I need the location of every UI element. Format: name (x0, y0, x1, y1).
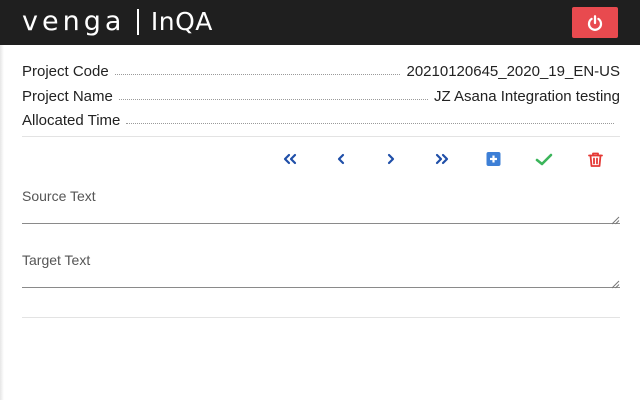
delete-button[interactable] (585, 150, 605, 168)
previous-segment-button[interactable] (331, 150, 351, 168)
target-text-input[interactable] (22, 252, 620, 287)
logo-brand: venga (22, 6, 126, 37)
source-text-field[interactable]: Source Text (22, 188, 620, 225)
dotted-leader (118, 99, 429, 100)
chevron-left-icon (337, 153, 345, 165)
divider (22, 317, 620, 318)
resize-grip-icon[interactable] (610, 276, 620, 289)
trash-icon (587, 152, 603, 167)
project-name-row: Project Name JZ Asana Integration testin… (22, 85, 620, 105)
project-code-row: Project Code 20210120645_2020_19_EN-US (22, 60, 620, 80)
last-segment-button[interactable] (432, 150, 452, 168)
double-chevron-left-icon (283, 153, 297, 165)
allocated-time-label: Allocated Time (22, 112, 121, 129)
logout-button[interactable] (572, 7, 618, 38)
chevron-right-icon (387, 153, 395, 165)
project-code-label: Project Code (22, 63, 109, 80)
dotted-leader (114, 74, 401, 75)
first-segment-button[interactable] (280, 150, 300, 168)
double-chevron-right-icon (435, 153, 449, 165)
source-text-input[interactable] (22, 188, 620, 223)
project-name-value: JZ Asana Integration testing (434, 88, 620, 105)
source-text-label: Source Text (22, 188, 96, 204)
app-header: venga InQA (0, 0, 640, 45)
target-text-label: Target Text (22, 252, 91, 268)
panel-edge (0, 45, 4, 400)
logo-separator (137, 8, 139, 35)
venga-inqa-logo: venga InQA (22, 6, 213, 37)
confirm-button[interactable] (534, 150, 554, 168)
divider (22, 136, 620, 137)
logo-product: InQA (150, 7, 213, 36)
resize-grip-icon[interactable] (610, 212, 620, 225)
project-code-value: 20210120645_2020_19_EN-US (406, 63, 620, 80)
dotted-leader (126, 123, 614, 124)
next-segment-button[interactable] (381, 150, 401, 168)
project-name-label: Project Name (22, 88, 113, 105)
add-button[interactable] (483, 150, 503, 168)
target-text-field[interactable]: Target Text (22, 252, 620, 289)
allocated-time-row: Allocated Time (22, 109, 620, 129)
plus-square-icon (486, 152, 501, 166)
check-icon (535, 153, 553, 166)
power-icon (586, 14, 604, 32)
